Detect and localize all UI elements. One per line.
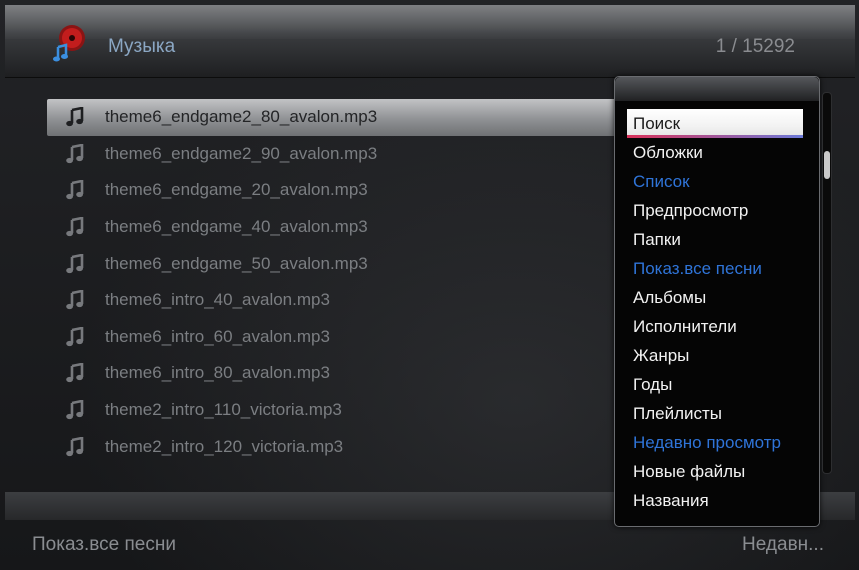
file-list-item[interactable]: theme6_endgame_20_avalon.mp3 (47, 172, 619, 209)
menu-item[interactable]: Папки (627, 225, 817, 254)
menu-item-list: Поиск Обложки Список Предпросмотр Папки Показ… (627, 109, 817, 515)
file-name: theme6_endgame2_90_avalon.mp3 (105, 143, 378, 163)
music-disc-icon (53, 25, 85, 62)
menu-scrollbar[interactable] (822, 92, 832, 474)
file-name: theme6_intro_40_avalon.mp3 (105, 290, 330, 310)
file-list-item[interactable]: theme6_intro_80_avalon.mp3 (47, 355, 619, 392)
music-note-icon (65, 253, 85, 275)
music-note-icon (65, 362, 85, 384)
options-menu: Поиск Обложки Список Предпросмотр Папки Показ… (614, 76, 820, 527)
file-list-item[interactable]: theme6_endgame_50_avalon.mp3 (47, 245, 619, 282)
header-gloss (5, 5, 855, 39)
menu-item[interactable]: Новые файлы (627, 457, 817, 486)
file-list-item[interactable]: theme6_intro_60_avalon.mp3 (47, 319, 619, 356)
music-note-icon (65, 399, 85, 421)
file-name: theme6_intro_80_avalon.mp3 (105, 363, 330, 383)
menu-item[interactable]: Альбомы (627, 283, 817, 312)
menu-item[interactable]: Жанры (627, 341, 817, 370)
file-name: theme6_intro_60_avalon.mp3 (105, 326, 330, 346)
music-note-icon (65, 436, 85, 458)
music-note-icon (65, 179, 85, 201)
menu-scrollbar-thumb[interactable] (824, 151, 830, 179)
page-title: Музыка (108, 36, 176, 57)
file-name: theme6_endgame2_80_avalon.mp3 (105, 107, 378, 127)
menu-header (615, 77, 819, 101)
item-counter: 1 / 15292 (715, 36, 795, 57)
menu-item[interactable]: Исполнители (627, 312, 817, 341)
menu-item[interactable]: Поиск (627, 109, 803, 138)
menu-item[interactable]: Плейлисты (627, 399, 817, 428)
music-note-icon (65, 143, 85, 165)
file-list-item[interactable]: theme2_intro_120_victoria.mp3 (47, 428, 619, 465)
menu-item[interactable]: Показ.все песни (627, 254, 817, 283)
file-list: theme6_endgame2_80_avalon.mp3 theme6_endg… (47, 99, 619, 465)
file-list-item[interactable]: theme6_endgame2_90_avalon.mp3 (47, 136, 619, 173)
footer-view-mode: Показ.все песни (32, 534, 176, 555)
menu-item[interactable]: Названия (627, 486, 817, 515)
music-note-icon (65, 289, 85, 311)
footer-sort-mode: Недавн... (742, 534, 824, 555)
file-list-item[interactable]: theme2_intro_110_victoria.mp3 (47, 392, 619, 429)
music-note-icon (65, 106, 85, 128)
menu-item[interactable]: Годы (627, 370, 817, 399)
menu-item[interactable]: Список (627, 167, 817, 196)
file-name: theme2_intro_120_victoria.mp3 (105, 436, 344, 456)
menu-item[interactable]: Обложки (627, 138, 817, 167)
menu-item[interactable]: Недавно просмотр (627, 428, 817, 457)
file-name: theme2_intro_110_victoria.mp3 (105, 400, 342, 420)
music-note-icon (65, 326, 85, 348)
screen: Музыка 1 / 15292 theme6_endgame2_80_aval… (0, 0, 859, 570)
file-name: theme6_endgame_50_avalon.mp3 (105, 253, 368, 273)
file-list-item[interactable]: theme6_endgame_40_avalon.mp3 (47, 209, 619, 246)
file-name: theme6_endgame_40_avalon.mp3 (105, 217, 368, 237)
menu-item[interactable]: Предпросмотр (627, 196, 817, 225)
file-list-item[interactable]: theme6_intro_40_avalon.mp3 (47, 282, 619, 319)
file-name: theme6_endgame_20_avalon.mp3 (105, 180, 368, 200)
file-list-item[interactable]: theme6_endgame2_80_avalon.mp3 (47, 99, 619, 136)
music-note-icon (65, 216, 85, 238)
header-bar: Музыка 1 / 15292 (5, 5, 855, 78)
